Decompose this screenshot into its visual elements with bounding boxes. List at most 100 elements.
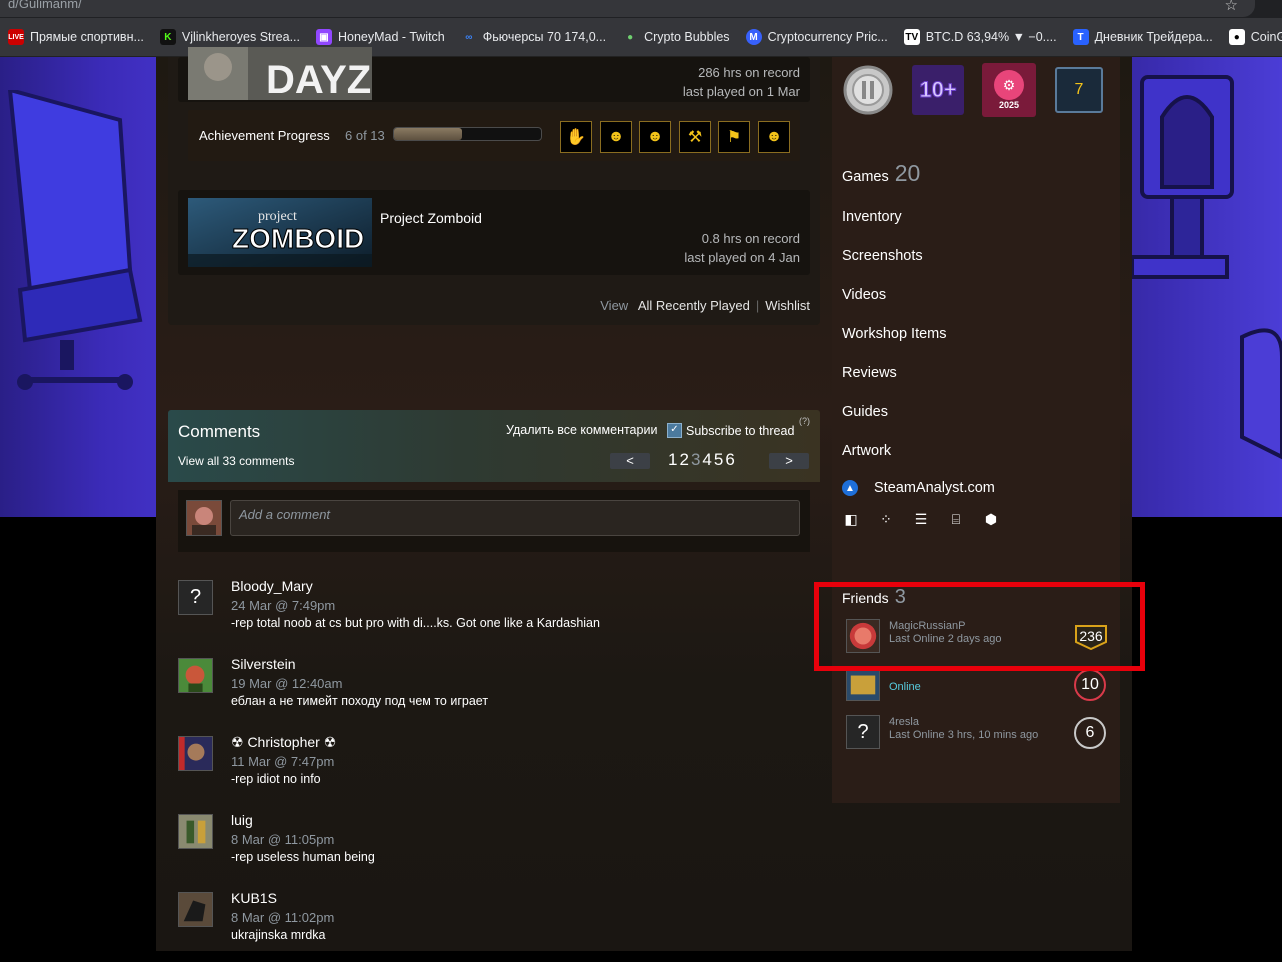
bookmark-live[interactable]: LIVE Прямые спортивн... xyxy=(0,18,152,56)
zomboid-logo: ZOMBOID xyxy=(232,223,364,254)
checkbox-icon[interactable]: ✓ xyxy=(667,423,682,438)
sidebar-link-games[interactable]: Games 20 xyxy=(842,160,920,187)
bookmark-diary[interactable]: T Дневник Трейдера... xyxy=(1065,18,1221,56)
comment-text: -rep idiot no info xyxy=(231,772,321,786)
dots-icon[interactable]: ⁘ xyxy=(877,510,895,528)
achievement-progress[interactable]: Achievement Progress 6 of 13 ✋ ☻ ☻ ⚒ ⚑ ☻ xyxy=(188,110,800,161)
friend-level: 10 xyxy=(1074,669,1106,701)
coinglass-icon: ● xyxy=(1228,29,1245,45)
add-comment-area: Add a comment xyxy=(178,490,810,552)
delete-all-comments-link[interactable]: Удалить все комментарии xyxy=(506,423,657,437)
page-link[interactable]: 5 xyxy=(714,450,725,469)
badge-steam-year[interactable]: ⚙ 2025 xyxy=(982,63,1036,117)
game-last-played: last played on 1 Mar xyxy=(682,84,800,99)
comment-author[interactable]: KUB1S xyxy=(231,890,277,906)
friend-avatar[interactable] xyxy=(846,667,880,701)
achievement-icon[interactable]: ⚑ xyxy=(718,121,750,153)
dice-icon[interactable]: ⬢ xyxy=(982,510,1000,528)
avatar[interactable] xyxy=(178,892,213,927)
game-capsule-zomboid[interactable]: project ZOMBOID xyxy=(188,198,372,267)
page-link[interactable]: 4 xyxy=(702,450,713,469)
bubbles-icon: ● xyxy=(627,31,634,43)
steamanalyst-link[interactable]: ▲ SteamAnalyst.com xyxy=(842,480,995,496)
sidebar-link-videos[interactable]: Videos xyxy=(842,287,886,303)
bookmark-futures[interactable]: ∞ Фьючерсы 70 174,0... xyxy=(453,18,614,56)
help-link[interactable]: (?) xyxy=(799,416,810,426)
sidebar-link-screenshots[interactable]: Screenshots xyxy=(842,248,923,264)
comment-item: KUB1S 8 Mar @ 11:02pm ukrajinska mrdka xyxy=(178,890,810,962)
page-link[interactable]: 1 xyxy=(668,450,679,469)
friend-status: Last Online 3 hrs, 10 mins ago xyxy=(889,729,1039,741)
kick-icon: K xyxy=(159,29,176,45)
achievement-icon[interactable]: ⚒ xyxy=(679,121,711,153)
badge-level[interactable]: 7 xyxy=(1055,67,1103,113)
comment-text: -rep useless human being xyxy=(231,850,375,864)
comment-author[interactable]: Silverstein xyxy=(231,656,296,672)
bookmark-coinglass[interactable]: ● CoinGlass | xyxy=(1221,18,1282,56)
game-capsule-dayz[interactable]: DAYZ xyxy=(188,47,372,100)
coinmarketcap-icon: M xyxy=(745,29,762,45)
diary-icon: T xyxy=(1072,29,1089,45)
game-row-dayz[interactable]: DAYZ 286 hrs on record last played on 1 … xyxy=(178,47,810,102)
question-avatar-icon[interactable]: ? xyxy=(846,715,880,749)
wishlist-link[interactable]: Wishlist xyxy=(765,298,810,313)
avatar[interactable] xyxy=(178,814,213,849)
add-comment-input[interactable]: Add a comment xyxy=(230,500,800,536)
game-last-played: last played on 4 Jan xyxy=(684,250,800,265)
bookmark-crypto-bubbles[interactable]: ● Crypto Bubbles xyxy=(614,18,737,56)
comment-author[interactable]: luig xyxy=(231,812,253,828)
bracket-icon[interactable]: ⌸ xyxy=(947,510,965,528)
bookmark-label: Vjlinkheroyes Strea... xyxy=(181,30,300,44)
avatar[interactable] xyxy=(178,736,213,771)
sidebar-link-artwork[interactable]: Artwork xyxy=(842,443,891,459)
achievement-icon[interactable]: ☻ xyxy=(600,121,632,153)
dayz-logo: DAYZ xyxy=(266,58,371,100)
game-row-zomboid[interactable]: project ZOMBOID Project Zomboid 0.8 hrs … xyxy=(178,190,810,275)
sidebar-link-inventory[interactable]: Inventory xyxy=(842,209,902,225)
view-all-comments-link[interactable]: View all 33 comments xyxy=(178,454,295,468)
all-recently-played-link[interactable]: All Recently Played xyxy=(638,298,750,313)
page-link[interactable]: 2 xyxy=(679,450,690,469)
prev-page-button[interactable]: < xyxy=(610,453,650,469)
sidebar-link-reviews[interactable]: Reviews xyxy=(842,365,897,381)
next-page-button[interactable]: > xyxy=(769,453,809,469)
friend-name: 4resla xyxy=(889,716,919,728)
bookmark-cmc[interactable]: M Cryptocurrency Pric... xyxy=(738,18,896,56)
achievement-label: Achievement Progress xyxy=(199,128,330,143)
friend-row[interactable]: Online 10 xyxy=(846,667,1110,703)
avatar[interactable] xyxy=(178,658,213,693)
bookmark-label: HoneyMad - Twitch xyxy=(338,30,445,44)
address-bar[interactable]: d/Gulimanm/ ☆ xyxy=(0,0,1282,18)
comment-author[interactable]: Bloody_Mary xyxy=(231,578,313,594)
comment-date: 11 Mar @ 7:47pm xyxy=(231,754,335,769)
sidebar-link-label: Games xyxy=(842,169,889,185)
comment-item: Silverstein 19 Mar @ 12:40am еблан а не … xyxy=(178,656,810,728)
bookmark-label: Cryptocurrency Pric... xyxy=(767,30,888,44)
zomboid-logo-top: project xyxy=(258,209,297,224)
achievement-icon[interactable]: ✋ xyxy=(560,121,592,153)
bookmark-star-icon[interactable]: ☆ xyxy=(1225,0,1238,14)
question-avatar-icon[interactable]: ? xyxy=(178,580,213,615)
steamanalyst-icon: ▲ xyxy=(842,480,858,496)
friend-status: Online xyxy=(889,681,921,693)
friend-level: 6 xyxy=(1074,717,1106,749)
tf-icon[interactable]: ◧ xyxy=(842,510,860,528)
sidebar-link-guides[interactable]: Guides xyxy=(842,404,888,420)
badge-coin-icon[interactable] xyxy=(842,65,894,115)
achievement-icon[interactable]: ☻ xyxy=(639,121,671,153)
bookmark-btcd[interactable]: TV BTC.D 63,94% ▼ −0.... xyxy=(896,18,1065,56)
page-link[interactable]: 6 xyxy=(725,450,736,469)
game-hours: 0.8 hrs on record xyxy=(701,231,800,246)
my-avatar[interactable] xyxy=(186,500,222,536)
comment-date: 8 Mar @ 11:05pm xyxy=(231,832,335,847)
stack-icon[interactable]: ☰ xyxy=(912,510,930,528)
friend-row[interactable]: ? 4resla Last Online 3 hrs, 10 mins ago … xyxy=(846,715,1110,751)
achievement-icon[interactable]: ☻ xyxy=(758,121,790,153)
game-name[interactable]: Project Zomboid xyxy=(380,210,482,226)
badge-years-service[interactable]: 10+ xyxy=(912,65,964,115)
subscribe-checkbox[interactable]: ✓ Subscribe to thread xyxy=(667,423,794,438)
live-icon: LIVE xyxy=(8,29,24,45)
address-field[interactable] xyxy=(0,0,1255,17)
sidebar-link-workshop[interactable]: Workshop Items xyxy=(842,326,947,342)
comment-author[interactable]: ☢ Christopher ☢ xyxy=(231,734,336,751)
